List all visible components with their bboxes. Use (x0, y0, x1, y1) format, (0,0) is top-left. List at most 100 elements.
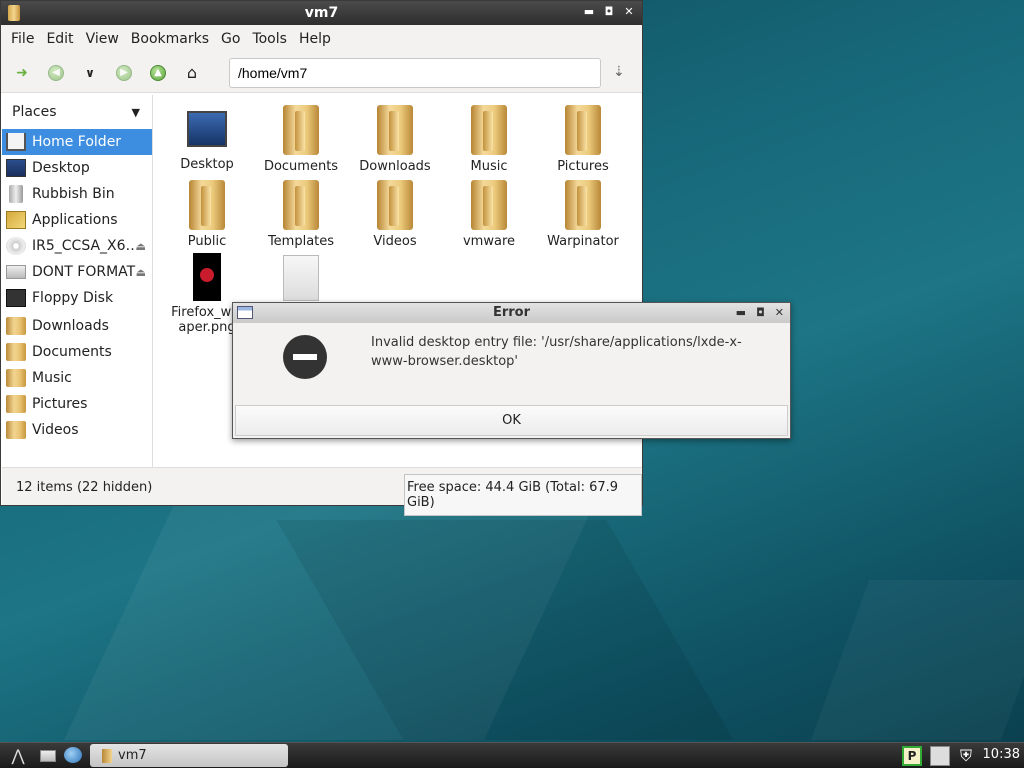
sidebar-item-videos[interactable]: Videos (2, 417, 152, 443)
clock[interactable]: 10:38 (983, 747, 1020, 762)
sidebar-item-downloads[interactable]: Downloads (2, 313, 152, 339)
sidebar-item-pictures[interactable]: Pictures (2, 391, 152, 417)
file-name: Music (470, 159, 508, 174)
disc-icon (6, 237, 26, 255)
folder-icon (377, 180, 413, 230)
ok-button[interactable]: OK (235, 405, 788, 436)
sidebar-item-music[interactable]: Music (2, 365, 152, 391)
file-item[interactable]: Warpinator (536, 174, 630, 249)
folder-icon (283, 180, 319, 230)
eject-icon[interactable]: ⏏ (136, 266, 146, 279)
back-button[interactable]: ◀ (43, 60, 69, 86)
forward-button[interactable]: ▶ (111, 60, 137, 86)
sidebar-item-label: Desktop (32, 160, 90, 176)
file-name: Public (187, 234, 227, 249)
sidebar-item-applications[interactable]: Applications (2, 207, 152, 233)
history-dropdown-button[interactable]: ∨ (77, 60, 103, 86)
file-item[interactable]: Videos (348, 174, 442, 249)
desktop-icon (187, 111, 227, 147)
places-sidebar: Places ▼ Home Folder Desktop Rubbish Bin… (2, 95, 153, 467)
back-icon: ◀ (48, 64, 64, 81)
file-name: vmware (462, 234, 515, 249)
show-desktop-icon[interactable] (40, 750, 56, 762)
close-button[interactable]: ✕ (622, 4, 636, 20)
start-menu-icon[interactable]: ⋀ (6, 746, 30, 766)
file-item[interactable]: Desktop (160, 99, 254, 172)
file-item[interactable]: Templates (254, 174, 348, 249)
drive-icon (6, 265, 26, 279)
file-name: Desktop (180, 157, 234, 172)
file-item[interactable]: vmware (442, 174, 536, 249)
menu-go[interactable]: Go (215, 31, 246, 47)
menu-tools[interactable]: Tools (246, 31, 293, 47)
file-item[interactable]: Music (442, 99, 536, 174)
sidebar-item-dont-format[interactable]: DONT FORMAT ⏏ (2, 259, 152, 285)
status-bar: 12 items (22 hidden) Free space: 44.4 Gi… (2, 467, 642, 516)
maximize-button[interactable]: ◘ (756, 303, 765, 323)
forward-icon: ▶ (116, 64, 132, 81)
toolbar: ➜ ◀ ∨ ▶ ▲ ⌂ ⇣ (1, 53, 642, 93)
minimize-button[interactable]: ▬ (736, 303, 746, 323)
sidebar-item-home-folder[interactable]: Home Folder (2, 129, 152, 155)
taskbar: ⋀ vm7 P ⛨ 10:38 (0, 742, 1024, 768)
go-to-path-icon[interactable]: ⇣ (613, 64, 625, 80)
new-tab-button[interactable]: ➜ (9, 60, 35, 86)
shield-icon[interactable]: ⛨ (956, 746, 976, 766)
dialog-titlebar[interactable]: Error ▬ ◘ ✕ (233, 303, 790, 323)
browser-icon[interactable] (64, 747, 82, 763)
folder-icon (377, 105, 413, 155)
sidebar-item-disc[interactable]: IR5_CCSA_X6… ⏏ (2, 233, 152, 259)
menu-help[interactable]: Help (293, 31, 337, 47)
image-thumbnail-icon (193, 253, 221, 301)
window-icon (237, 306, 253, 319)
menu-file[interactable]: File (5, 31, 40, 47)
taskbar-window-button[interactable]: vm7 (90, 744, 288, 767)
eject-icon[interactable]: ⏏ (136, 240, 146, 253)
file-item[interactable]: Pictures (536, 99, 630, 174)
maximize-button[interactable]: ◘ (602, 4, 616, 20)
file-name: Warpinator (547, 234, 619, 249)
file-name: Documents (263, 159, 339, 174)
taskbar-window-label: vm7 (118, 748, 147, 763)
sidebar-item-label: Music (32, 370, 72, 386)
sidebar-item-desktop[interactable]: Desktop (2, 155, 152, 181)
file-item[interactable]: Documents (254, 99, 348, 174)
file-item[interactable]: Public (160, 174, 254, 249)
sidebar-item-label: Documents (32, 344, 112, 360)
file-item[interactable]: Downloads (348, 99, 442, 174)
path-input[interactable] (229, 58, 601, 88)
network-icon[interactable] (930, 746, 950, 766)
sidebar-item-label: Floppy Disk (32, 290, 114, 306)
places-header[interactable]: Places ▼ (2, 95, 152, 129)
error-icon (283, 335, 327, 379)
folder-icon (6, 421, 26, 439)
sidebar-item-label: DONT FORMAT (32, 264, 136, 280)
minimize-button[interactable]: ▬ (582, 4, 596, 20)
menu-edit[interactable]: Edit (40, 31, 79, 47)
trash-icon (9, 185, 23, 203)
folder-icon (565, 105, 601, 155)
menu-view[interactable]: View (80, 31, 125, 47)
file-item[interactable] (254, 249, 348, 305)
desktop-icon (6, 159, 26, 177)
desktop-wallpaper-shape (810, 580, 1024, 740)
menu-bookmarks[interactable]: Bookmarks (125, 31, 215, 47)
folder-icon (102, 748, 112, 763)
sidebar-item-floppy-disk[interactable]: Floppy Disk (2, 285, 152, 311)
clipboard-icon[interactable]: P (902, 746, 922, 766)
applications-icon (6, 211, 26, 229)
up-button[interactable]: ▲ (145, 60, 171, 86)
file-name: Videos (373, 234, 417, 249)
file-name: Templates (267, 234, 335, 249)
window-titlebar[interactable]: vm7 ▬ ◘ ✕ (1, 1, 642, 25)
home-icon (6, 133, 26, 151)
sidebar-item-label: Rubbish Bin (32, 186, 115, 202)
sidebar-item-documents[interactable]: Documents (2, 339, 152, 365)
file-name: Downloads (359, 159, 431, 174)
folder-icon (565, 180, 601, 230)
close-button[interactable]: ✕ (775, 303, 784, 323)
home-button[interactable]: ⌂ (179, 60, 205, 86)
sidebar-item-rubbish-bin[interactable]: Rubbish Bin (2, 181, 152, 207)
folder-icon (189, 180, 225, 230)
folder-icon (6, 395, 26, 413)
